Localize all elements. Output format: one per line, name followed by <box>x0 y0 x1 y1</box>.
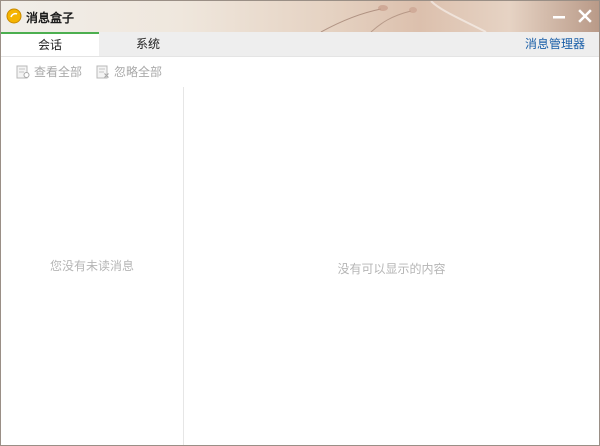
tab-bar: 会话 系统 消息管理器 <box>1 32 599 57</box>
view-doc-icon <box>16 65 30 79</box>
content-panel: 没有可以显示的内容 <box>184 57 599 445</box>
conversation-list-panel: 您没有未读消息 <box>1 87 183 445</box>
view-all-label: 查看全部 <box>34 65 83 79</box>
window-title: 消息盒子 <box>26 11 75 25</box>
no-content-text: 没有可以显示的内容 <box>337 262 446 276</box>
message-manager-link[interactable]: 消息管理器 <box>525 32 585 56</box>
toolbar: 查看全部 忽略全部 <box>1 57 185 87</box>
minimize-icon[interactable] <box>549 6 569 26</box>
view-all-button[interactable]: 查看全部 <box>15 64 82 80</box>
no-unread-message-text: 您没有未读消息 <box>49 259 134 273</box>
ignore-all-label: 忽略全部 <box>114 65 163 79</box>
close-icon[interactable] <box>575 6 595 26</box>
ignore-doc-icon <box>96 65 109 79</box>
tab-conversation[interactable]: 会话 <box>1 32 99 56</box>
message-box-icon <box>6 8 22 24</box>
ignore-all-button[interactable]: 忽略全部 <box>95 64 162 80</box>
tab-system[interactable]: 系统 <box>99 32 197 56</box>
flower-decoration-icon <box>320 1 487 32</box>
message-box-window: 消息盒子 会话 系统 消息管理器 查看全部 忽略全部 您没有未读消息 没有可以显… <box>0 0 600 446</box>
title-bar[interactable]: 消息盒子 <box>1 1 599 32</box>
